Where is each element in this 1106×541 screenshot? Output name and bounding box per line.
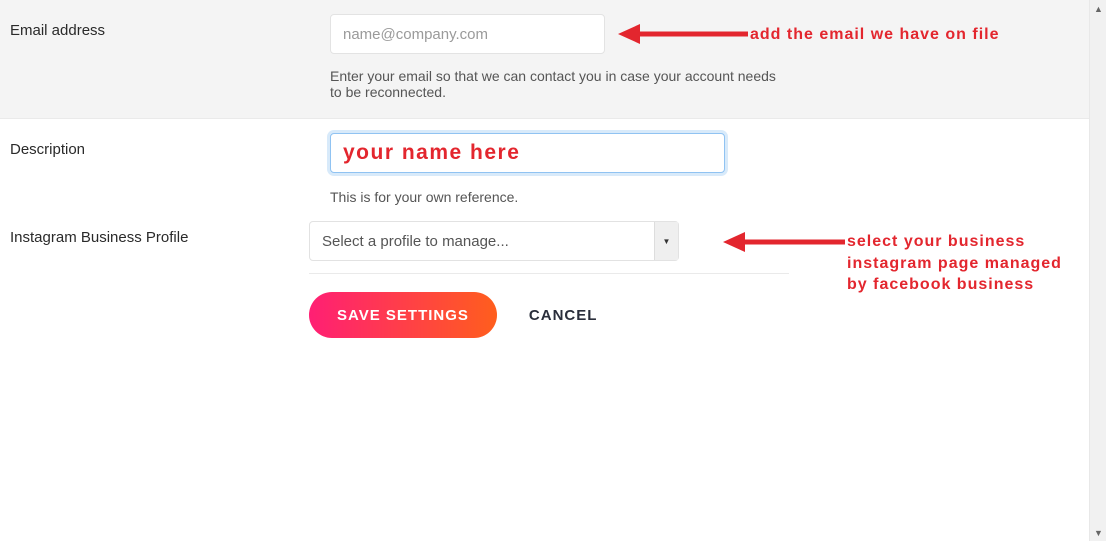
description-field-col: This is for your own reference. <box>330 133 1079 205</box>
scroll-down-icon[interactable]: ▼ <box>1090 524 1106 541</box>
divider <box>309 273 789 274</box>
email-input[interactable] <box>330 14 605 54</box>
profile-label: Instagram Business Profile <box>10 221 309 246</box>
profile-select[interactable]: Select a profile to manage... ▼ <box>309 221 679 261</box>
chevron-down-icon: ▼ <box>654 222 678 260</box>
save-settings-button[interactable]: SAVE SETTINGS <box>309 292 497 338</box>
scroll-up-icon[interactable]: ▲ <box>1090 0 1106 17</box>
description-help-text: This is for your own reference. <box>330 189 789 205</box>
email-help-text: Enter your email so that we can contact … <box>330 68 789 100</box>
email-label: Email address <box>10 14 330 39</box>
description-label: Description <box>10 133 330 158</box>
description-input[interactable] <box>330 133 725 173</box>
description-row: Description This is for your own referen… <box>0 119 1089 211</box>
email-row: Email address Enter your email so that w… <box>0 0 1089 119</box>
vertical-scrollbar[interactable]: ▲ ▼ <box>1089 0 1106 541</box>
cancel-button[interactable]: CANCEL <box>507 292 620 338</box>
button-row: SAVE SETTINGS CANCEL <box>309 292 789 338</box>
form-content: Email address Enter your email so that w… <box>0 0 1089 541</box>
email-field-col: Enter your email so that we can contact … <box>330 14 1079 100</box>
profile-select-text: Select a profile to manage... <box>322 233 666 250</box>
profile-row: Instagram Business Profile Select a prof… <box>0 211 1089 356</box>
profile-field-col: Select a profile to manage... ▼ SAVE SET… <box>309 221 1079 338</box>
